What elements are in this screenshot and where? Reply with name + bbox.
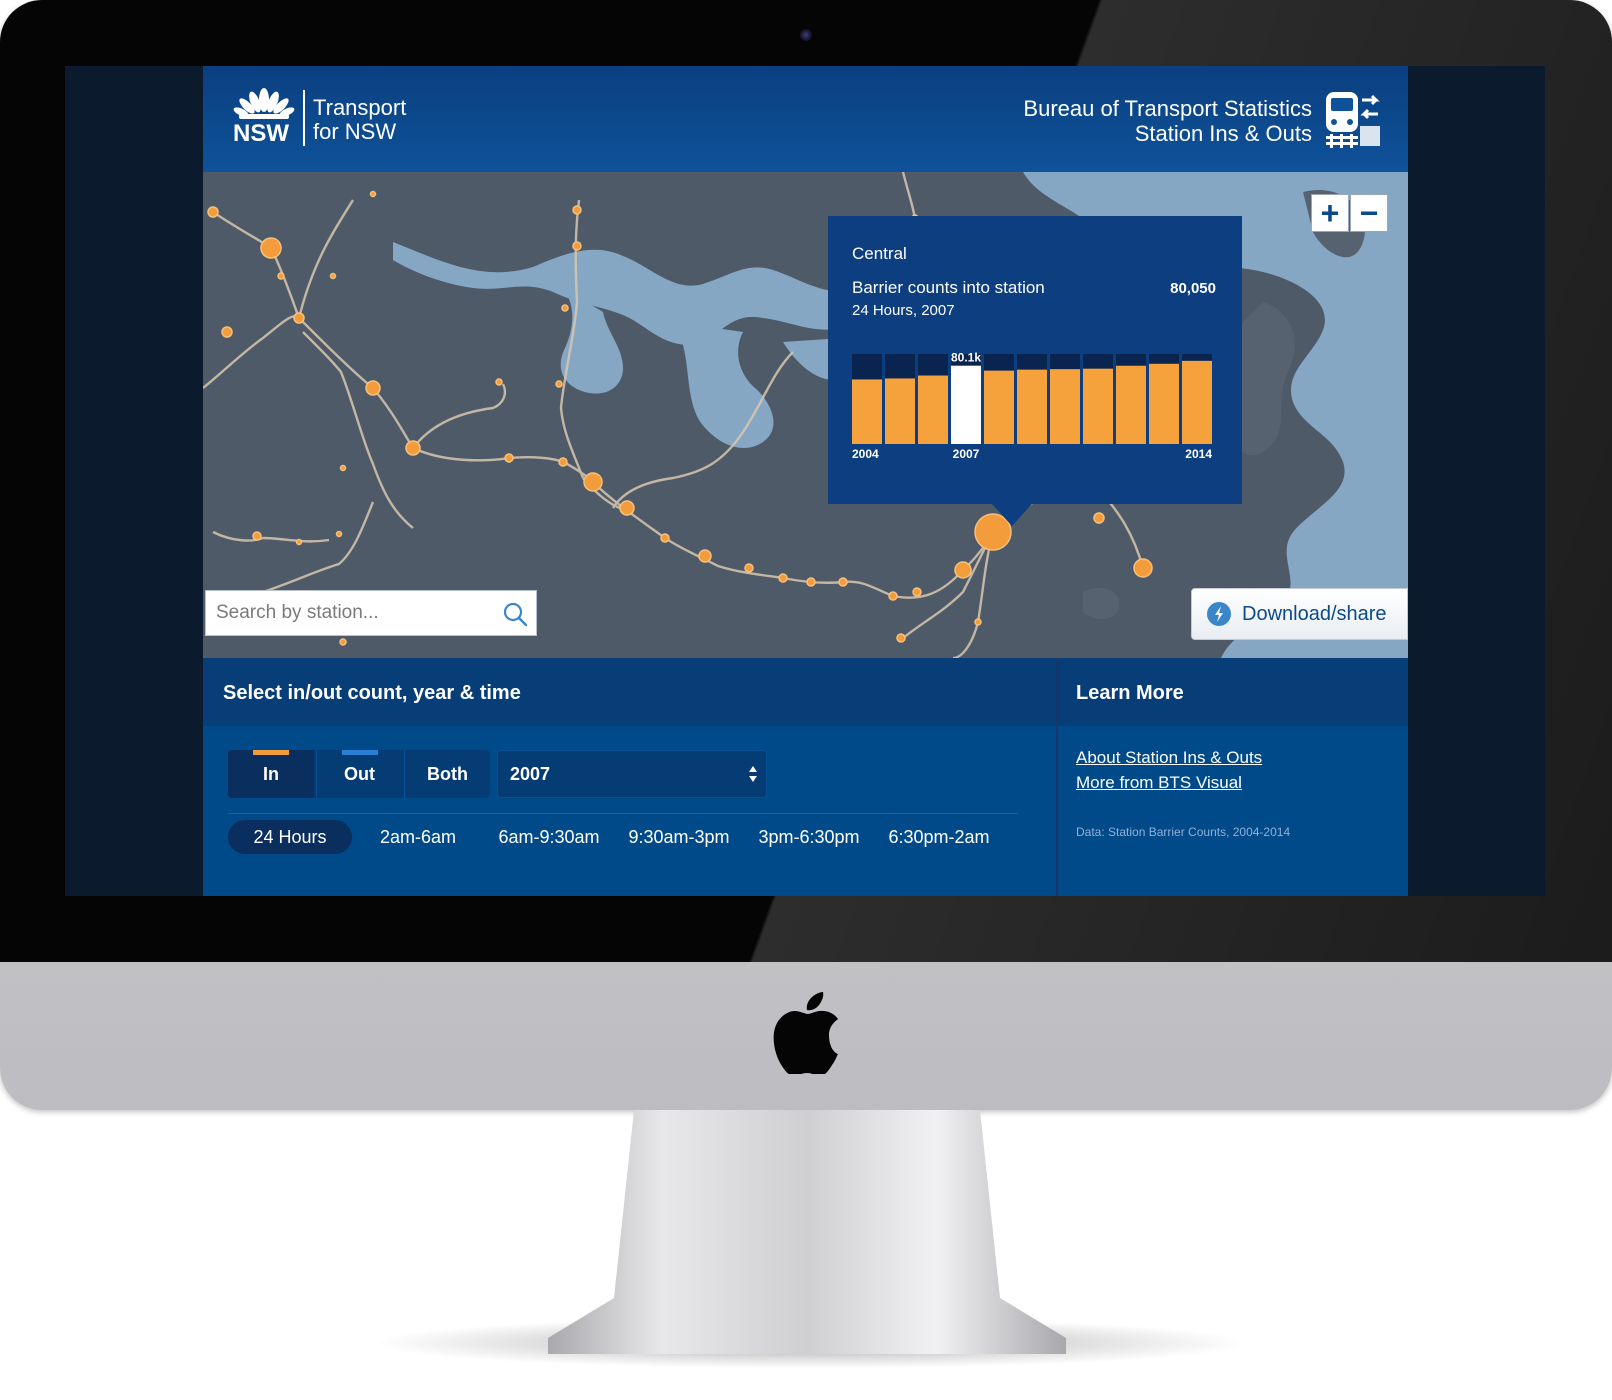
controls-title: Select in/out count, year & time xyxy=(223,682,521,704)
direction-in-label: In xyxy=(263,764,279,784)
zoom-in-button[interactable]: + xyxy=(1311,194,1349,232)
page-subtitle: Station Ins & Outs xyxy=(1134,121,1312,146)
controls-panel: Select in/out count, year & time In Out … xyxy=(203,658,1056,896)
chart-bar-2008 xyxy=(984,370,1014,444)
chart-bar-2010 xyxy=(1050,369,1080,444)
tooltip-pointer xyxy=(992,504,1032,526)
chart-bar-2005 xyxy=(885,378,915,444)
time-24-hours[interactable]: 24 Hours xyxy=(228,820,352,854)
waratah-icon xyxy=(233,88,295,119)
search-input[interactable] xyxy=(216,591,486,635)
zoom-out-button[interactable]: − xyxy=(1350,194,1388,232)
learn-more-panel: Learn More About Station Ins & Outs More… xyxy=(1058,658,1408,896)
direction-both-button[interactable]: Both xyxy=(404,750,490,798)
share-circle-icon xyxy=(1207,602,1231,626)
time-630pm-2am[interactable]: 6:30pm-2am xyxy=(883,820,995,854)
direction-both-label: Both xyxy=(427,764,468,784)
search-icon[interactable] xyxy=(502,601,528,627)
logo-text-line1: Transport xyxy=(313,95,407,120)
chart-bar-2006 xyxy=(918,375,948,444)
tooltip-metric-label: Barrier counts into station xyxy=(852,278,1045,297)
chart-bar-2011 xyxy=(1083,368,1113,444)
chart-x-tick-2004: 2004 xyxy=(852,447,879,461)
tooltip-station-name: Central xyxy=(852,244,907,263)
tooltip-value: 80,050 xyxy=(1170,280,1216,297)
header-titles: Bureau of Transport Statistics Station I… xyxy=(1023,96,1312,146)
data-source-note: Data: Station Barrier Counts, 2004-2014 xyxy=(1076,825,1291,839)
logo-nsw-text: NSW xyxy=(233,120,289,147)
chart-bar-2007 xyxy=(951,365,981,444)
chart-bar-2004 xyxy=(852,379,882,444)
time-6am-930am[interactable]: 6am-9:30am xyxy=(493,820,605,854)
download-share-label: Download/share xyxy=(1242,603,1387,625)
chart-bar-2014 xyxy=(1182,360,1212,444)
app-container: NSW Transport for NSW Bureau of Transpor… xyxy=(203,66,1408,896)
chart-highlight-label: 80.1k xyxy=(951,351,981,365)
chart-x-tick-2014: 2014 xyxy=(1185,447,1212,461)
chart-x-tick-2007: 2007 xyxy=(953,447,980,461)
time-2am-6am[interactable]: 2am-6am xyxy=(363,820,473,854)
chart-bar-2013 xyxy=(1149,363,1179,444)
more-bts-link[interactable]: More from BTS Visual xyxy=(1076,773,1242,793)
apple-logo-icon xyxy=(773,992,838,1074)
station-search[interactable] xyxy=(205,590,537,636)
station-map[interactable]: + − Central Barrier counts into station … xyxy=(203,172,1408,658)
app-header: NSW Transport for NSW Bureau of Transpor… xyxy=(203,66,1408,172)
tooltip-period: 24 Hours, 2007 xyxy=(852,302,955,319)
imac-monitor: NSW Transport for NSW Bureau of Transpor… xyxy=(0,0,1612,1110)
updown-arrows-icon xyxy=(749,766,757,782)
chart-bar-2009 xyxy=(1017,369,1047,444)
logo-text: Transport for NSW xyxy=(313,96,406,144)
learn-more-header: Learn More xyxy=(1058,658,1408,726)
chart-bar-2012 xyxy=(1116,365,1146,444)
direction-in-button[interactable]: In xyxy=(228,750,314,798)
direction-out-label: Out xyxy=(344,764,375,784)
screen: NSW Transport for NSW Bureau of Transpor… xyxy=(65,66,1545,896)
time-930am-3pm[interactable]: 9:30am-3pm xyxy=(623,820,735,854)
logo-divider xyxy=(303,90,305,146)
webcam xyxy=(800,29,812,41)
logo-text-line2: for NSW xyxy=(313,119,397,144)
about-link[interactable]: About Station Ins & Outs xyxy=(1076,748,1262,768)
time-separator xyxy=(228,813,1018,814)
page-title: Bureau of Transport Statistics xyxy=(1023,96,1312,121)
direction-out-button[interactable]: Out xyxy=(316,750,402,798)
download-share-button[interactable]: Download/share xyxy=(1191,588,1408,640)
transport-nsw-logo[interactable]: NSW Transport for NSW xyxy=(233,86,463,152)
year-select[interactable]: 2007 xyxy=(497,750,767,798)
station-tooltip: Central Barrier counts into station 80,0… xyxy=(828,216,1242,526)
out-marker xyxy=(342,750,378,755)
in-marker xyxy=(253,750,289,755)
time-3pm-630pm[interactable]: 3pm-6:30pm xyxy=(753,820,865,854)
imac-stand xyxy=(548,1110,1066,1354)
year-value: 2007 xyxy=(510,764,551,784)
tooltip-bar-chart: 2004 80.1k 2007 2014 xyxy=(852,351,1212,461)
controls-header: Select in/out count, year & time xyxy=(203,658,1056,726)
learn-more-title: Learn More xyxy=(1076,682,1184,704)
train-inout-icon xyxy=(1326,92,1380,148)
direction-toggle: In Out Both xyxy=(228,750,490,798)
